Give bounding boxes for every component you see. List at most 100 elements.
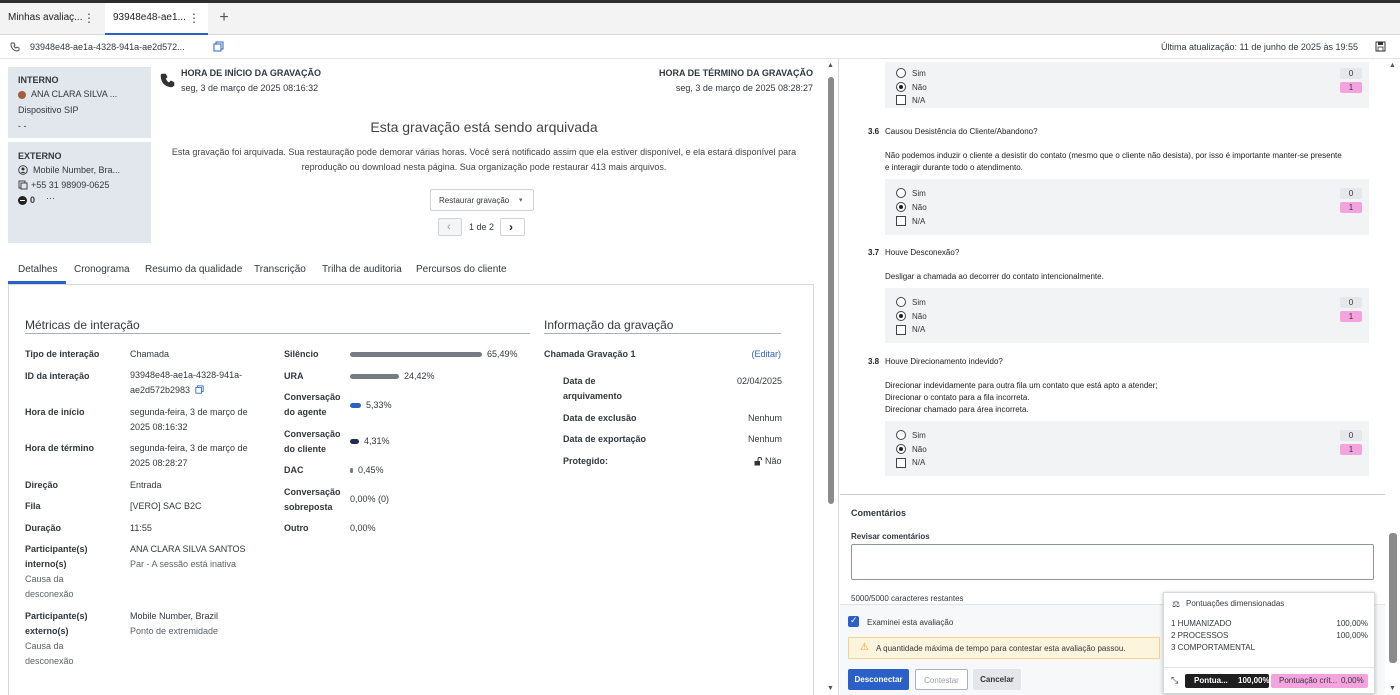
radio-no[interactable] (896, 202, 906, 212)
question-number: 3.6 (868, 127, 880, 136)
more-icon[interactable]: ··· (46, 193, 55, 203)
end-label: Hora de término (25, 443, 95, 453)
agent-avatar (18, 91, 26, 99)
recording-name: Chamada Gravação 1 (544, 349, 636, 359)
score-value: 100,00% (1238, 676, 1270, 685)
restore-recording-button[interactable]: Restaurar gravação ▾ (430, 189, 534, 211)
comments-divider (840, 494, 1385, 495)
tab-customer-journeys[interactable]: Percursos do cliente (416, 264, 507, 275)
tab-transcription[interactable]: Transcrição (254, 264, 306, 275)
collapse-icon[interactable]: ⤡ (1171, 675, 1178, 686)
tab-interaction[interactable]: 93948e48-ae1... ⋮ (105, 3, 208, 35)
comments-title: Comentários (851, 508, 907, 518)
tab-details[interactable]: Detalhes (18, 264, 57, 275)
disconnect-button[interactable]: Desconectar (848, 669, 909, 690)
tab-my-evaluations[interactable]: Minhas avaliaç... ⋮ (0, 3, 103, 35)
right-scrollbar[interactable]: ▲ ▼ (1386, 59, 1400, 695)
unlock-icon (754, 457, 762, 466)
bar-label: URA (284, 371, 304, 381)
add-tab-icon[interactable]: + (212, 7, 236, 31)
archive-date-value: 02/04/2025 (736, 376, 782, 386)
next-page-button[interactable]: › (500, 218, 525, 236)
tab-menu-icon[interactable]: ⋮ (188, 3, 200, 33)
checkbox-na[interactable] (896, 325, 906, 335)
edit-link[interactable]: (Editar) (751, 349, 781, 359)
checkbox-na[interactable] (896, 95, 906, 105)
checkbox-na[interactable] (896, 458, 906, 468)
internal-participants-label-2: interno(s) (25, 559, 67, 569)
question-title: Houve Direcionamento indevido? (885, 357, 1003, 366)
overlap-value: 0,00% (0) (350, 494, 390, 504)
characters-remaining: 5000/5000 caracteres restantes (851, 594, 964, 603)
save-icon[interactable] (1375, 41, 1386, 52)
recording-info-title: Informação da gravação (544, 318, 674, 332)
pager-label: 1 de 2 (469, 222, 495, 232)
radio-yes[interactable] (896, 297, 906, 307)
external-participant-value: Mobile Number, Brazil (130, 611, 219, 621)
direction-value: Entrada (130, 480, 162, 490)
question-description: Desligar a chamada ao decorrer do contat… (885, 272, 1104, 281)
tab-audit-trail[interactable]: Trilha de auditoria (322, 264, 402, 275)
radio-no[interactable] (896, 444, 906, 454)
export-date-label: Data de exportação (563, 434, 647, 444)
recording-start-value: seg, 3 de março de 2025 08:16:32 (181, 83, 319, 93)
question-options-block (885, 62, 1369, 108)
bar-fill (350, 468, 353, 473)
pane-divider (838, 59, 839, 695)
comments-textarea[interactable] (851, 544, 1374, 580)
left-scrollbar[interactable]: ▲ (826, 59, 836, 695)
critical-score-value: 0,00% (1341, 676, 1364, 685)
copy-icon[interactable] (213, 41, 224, 52)
bar-value: 5,33% (366, 400, 392, 410)
cancel-button[interactable]: Cancelar (973, 669, 1021, 690)
export-date-value: Nenhum (747, 434, 782, 444)
question-number: 3.7 (868, 248, 880, 257)
question-description: e interagir durante todo o atendimento. (885, 163, 1023, 172)
phone-copy-icon (18, 180, 28, 190)
warning-icon: ⚠ (860, 642, 869, 653)
chevron-right-icon: › (509, 220, 513, 234)
bar-fill (350, 439, 359, 444)
score-pill-no: 1 (1340, 82, 1362, 93)
delete-date-value: Nenhum (747, 413, 782, 423)
scroll-up-icon[interactable]: ▲ (1389, 62, 1396, 69)
dimension-row-value: 100,00% (1336, 631, 1368, 640)
internal-device: Dispositivo SIP (18, 105, 79, 115)
previous-page-button[interactable]: ‹ (438, 218, 462, 236)
checkbox-na[interactable] (896, 216, 906, 226)
tab-menu-icon[interactable]: ⋮ (83, 3, 95, 33)
scroll-up-icon[interactable]: ▲ (827, 62, 834, 69)
metrics-divider (25, 333, 530, 334)
option-no-label: Não (912, 203, 927, 212)
score-pill-yes: 0 (1340, 188, 1362, 199)
question-options-block (885, 179, 1369, 235)
radio-yes[interactable] (896, 68, 906, 78)
radio-yes[interactable] (896, 188, 906, 198)
end-value-2: 2025 08:28:27 (130, 458, 188, 468)
tab-timeline[interactable]: Cronograma (74, 264, 130, 275)
type-value: Chamada (130, 349, 170, 359)
right-scrollbar-thumb[interactable] (1389, 533, 1397, 663)
tab-quality-summary[interactable]: Resumo da qualidade (145, 264, 242, 275)
internal-title: INTERNO (18, 75, 59, 85)
score-pill-no: 1 (1340, 202, 1362, 213)
phone-icon (10, 42, 20, 52)
last-update: Última atualização: 11 de junho de 2025 … (1161, 42, 1358, 52)
scale-icon: ⚖ (1172, 599, 1181, 609)
left-scrollbar-thumb[interactable] (828, 77, 834, 504)
radio-no[interactable] (896, 82, 906, 92)
question-options-block (885, 421, 1369, 476)
internal-extra: - - (18, 121, 27, 131)
archive-message-1: Esta gravação foi arquivada. Sua restaur… (171, 147, 797, 157)
reviewed-checkbox[interactable]: ✓ (848, 615, 859, 627)
contest-button[interactable]: Contestar (915, 669, 968, 690)
start-value-2: 2025 08:16:32 (130, 422, 188, 432)
dimension-divider (1164, 667, 1374, 668)
reviewed-label: Examinei esta avaliação (867, 618, 954, 627)
scroll-down-icon[interactable]: ▼ (827, 685, 834, 692)
radio-no[interactable] (896, 311, 906, 321)
copy-id-icon[interactable] (195, 385, 204, 394)
radio-yes[interactable] (896, 430, 906, 440)
chevron-down-icon: ▾ (519, 197, 523, 204)
scroll-down-icon[interactable]: ▼ (1389, 685, 1396, 692)
